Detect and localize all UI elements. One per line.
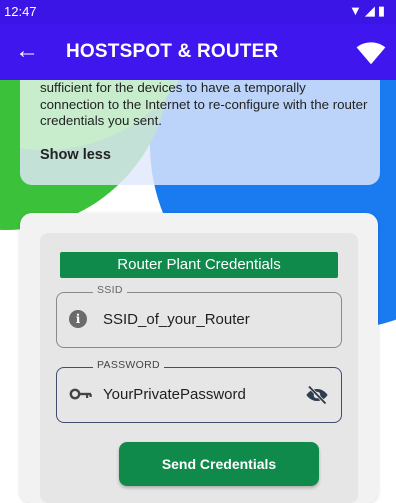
ssid-label: SSID [93,284,127,296]
wifi-button[interactable] [356,38,386,68]
arrow-left-icon: ← [15,37,39,64]
ssid-value[interactable]: SSID_of_your_Router [103,311,250,328]
info-text: sufficient for the devices to have a tem… [40,80,368,128]
password-field[interactable]: PASSWORD YourPrivatePassword [56,359,342,423]
status-time: 12:47 [4,4,37,19]
toggle-password-visibility-button[interactable] [305,383,329,407]
info-icon: i [69,310,87,328]
credentials-card: Router Plant Credentials SSID i SSID_of_… [20,213,378,503]
status-bar: 12:47 ▼◢▮ [0,0,396,24]
key-icon [69,388,92,400]
info-card: sufficient for the devices to have a tem… [20,80,380,185]
cell-signal-icon: ◢ [364,3,378,18]
page-title: HOSTSPOT & ROUTER [66,41,279,62]
back-button[interactable]: ← [12,37,42,67]
show-less-link[interactable]: Show less [40,147,111,163]
battery-icon: ▮ [377,3,388,18]
app-bar: ← HOSTSPOT & ROUTER [0,24,396,80]
password-value[interactable]: YourPrivatePassword [103,386,246,403]
wifi-icon [356,42,386,65]
credentials-header: Router Plant Credentials [60,252,338,278]
wifi-signal-icon: ▼ [348,3,365,18]
ssid-field[interactable]: SSID i SSID_of_your_Router [56,284,342,348]
credentials-form: Router Plant Credentials SSID i SSID_of_… [40,233,358,503]
password-label: PASSWORD [93,359,164,371]
send-credentials-button[interactable]: Send Credentials [119,442,319,486]
status-icons: ▼◢▮ [349,3,388,19]
eye-off-icon [306,385,328,405]
